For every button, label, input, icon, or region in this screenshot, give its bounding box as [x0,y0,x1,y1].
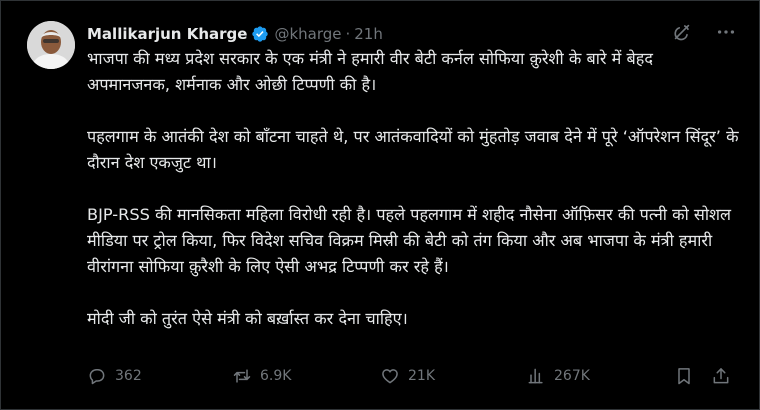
repost-count: 6.9K [260,368,292,384]
reply-count: 362 [115,368,142,384]
tweet-paragraph: मोदी जी को तुरंत ऐसे मंत्री को बर्ख़ास्त… [87,309,408,328]
views-icon [526,366,546,386]
like-count: 21K [408,368,435,384]
grok-icon[interactable] [671,21,693,43]
reply-button[interactable]: 362 [87,366,142,386]
author-name[interactable]: Mallikarjun Kharge [87,25,247,43]
tweet-paragraph: भाजपा की मध्य प्रदेश सरकार के एक मंत्री … [87,49,653,94]
tweet-header: Mallikarjun Kharge @kharge · 21h [87,23,383,45]
verified-badge-icon [251,25,269,43]
share-icon [711,366,731,386]
repost-button[interactable]: 6.9K [232,366,291,386]
tweet-paragraph: BJP-RSS की मानसिकता महिला विरोधी रही है।… [87,205,732,276]
more-icon[interactable] [715,21,737,43]
separator-dot: · [345,25,351,43]
reply-icon [87,366,107,386]
tweet-timestamp[interactable]: 21h [354,25,383,43]
like-button[interactable]: 21K [380,366,435,386]
share-button[interactable] [711,366,731,386]
tweet-paragraph: पहलगाम के आतंकी देश को बाँटना चाहते थे, … [87,127,739,172]
bookmark-icon [674,366,694,386]
tweet-top-actions [671,21,737,43]
bookmark-button[interactable] [674,366,694,386]
avatar[interactable] [27,21,75,69]
tweet-action-bar: 362 6.9K 21K 267K [87,366,737,390]
repost-icon [232,366,252,386]
like-icon [380,366,400,386]
avatar-image [27,21,75,69]
tweet-text: भाजपा की मध्य प्रदेश सरकार के एक मंत्री … [87,46,739,332]
views-button[interactable]: 267K [526,366,590,386]
author-handle[interactable]: @kharge [274,25,341,43]
tweet-card: Mallikarjun Kharge @kharge · 21h भाजपा क… [0,0,760,410]
view-count: 267K [554,368,590,384]
